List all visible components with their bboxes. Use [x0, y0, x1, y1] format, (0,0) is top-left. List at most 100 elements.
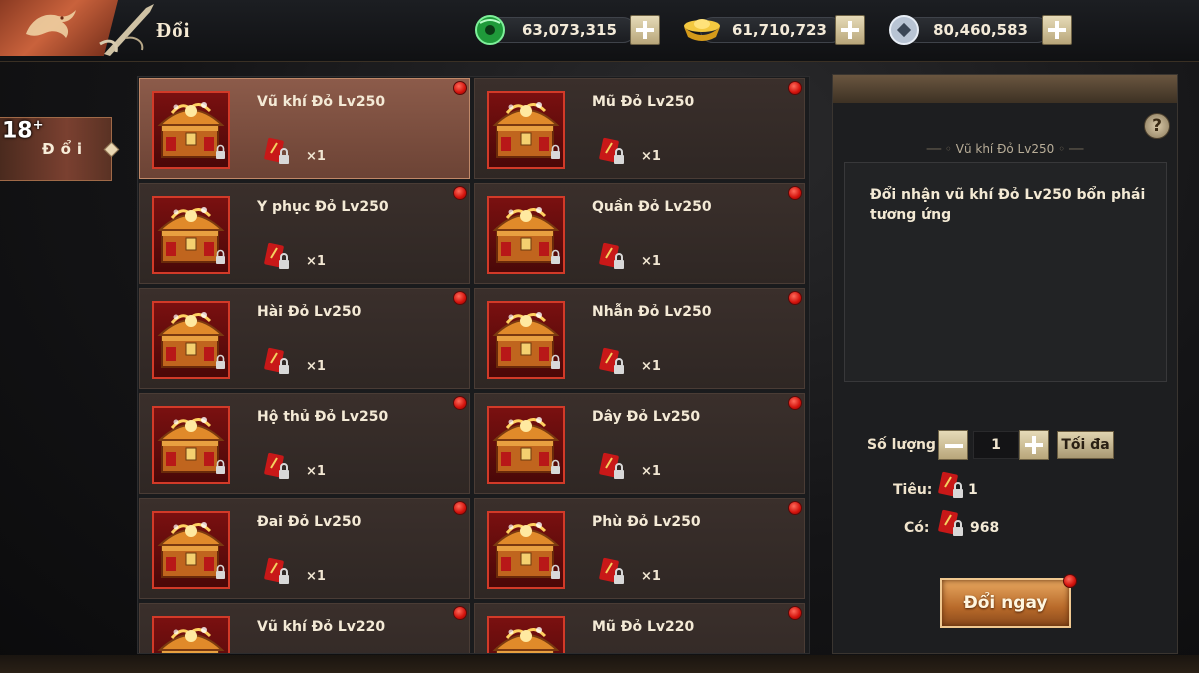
exchange-token-icon: [598, 347, 626, 381]
detail-panel: ? ── ◦ Vũ khí Đỏ Lv250 ◦ ── Đổi nhận vũ …: [832, 74, 1178, 654]
cost-label: Tiêu:: [893, 482, 933, 498]
treasure-chest-icon: [487, 196, 565, 274]
item-card[interactable]: Nhẫn Đỏ Lv250 ×1: [474, 288, 805, 389]
item-name: Vũ khí Đỏ Lv250: [257, 94, 386, 110]
item-card[interactable]: Hài Đỏ Lv250 ×1: [139, 288, 470, 389]
detail-header-decoration: [833, 75, 1177, 103]
item-name: Y phục Đỏ Lv250: [257, 199, 389, 215]
quantity-label: Số lượng :: [867, 437, 947, 453]
jade-icon: [475, 15, 505, 45]
gold-ingot-icon: [684, 19, 720, 41]
dragon-emblem-icon: [26, 10, 76, 38]
exchange-token-icon: [938, 471, 963, 498]
age-rating-badge: 18+: [2, 118, 46, 158]
increase-quantity-button[interactable]: [1019, 430, 1049, 460]
exchange-now-label: Đổi ngay: [963, 593, 1048, 613]
notification-dot: [453, 81, 467, 95]
notification-dot: [453, 606, 467, 620]
item-card[interactable]: Vũ khí Đỏ Lv220×1: [139, 603, 470, 653]
item-card[interactable]: Mũ Đỏ Lv250 ×1: [474, 78, 805, 179]
currency-jade: 63,073,315: [472, 15, 660, 45]
owned-amount: 968: [970, 520, 1000, 536]
item-cost-quantity: ×1: [641, 569, 661, 584]
item-description: Đổi nhận vũ khí Đỏ Lv250 bổn phái tương …: [870, 187, 1146, 223]
quantity-input[interactable]: [973, 431, 1019, 459]
add-gold-button[interactable]: [835, 15, 865, 45]
treasure-chest-icon: [152, 406, 230, 484]
item-cost-quantity: ×1: [641, 254, 661, 269]
item-cost-quantity: ×1: [306, 359, 326, 374]
exchange-token-icon: [598, 137, 626, 171]
add-silver-button[interactable]: [1042, 15, 1072, 45]
treasure-chest-icon: [152, 91, 230, 169]
item-name: Hộ thủ Đỏ Lv250: [257, 409, 389, 425]
top-bar: Đổi 63,073,315 61,710,723 80,460,583: [0, 0, 1199, 62]
notification-dot: [788, 81, 802, 95]
item-name: Đai Đỏ Lv250: [257, 514, 362, 530]
item-card[interactable]: Quần Đỏ Lv250 ×1: [474, 183, 805, 284]
exchange-token-icon: [263, 347, 291, 381]
item-cost-quantity: ×1: [306, 569, 326, 584]
tab-exchange-label: Đổi: [42, 140, 89, 158]
decrease-quantity-button[interactable]: [938, 430, 968, 460]
treasure-chest-icon: [487, 511, 565, 589]
item-card[interactable]: Phù Đỏ Lv250 ×1: [474, 498, 805, 599]
exchange-token-icon: [263, 242, 291, 276]
notification-dot: [788, 291, 802, 305]
currency-silver: 80,460,583: [886, 15, 1072, 45]
item-card[interactable]: Đai Đỏ Lv250 ×1: [139, 498, 470, 599]
item-card[interactable]: Y phục Đỏ Lv250 ×1: [139, 183, 470, 284]
item-name: Vũ khí Đỏ Lv220: [257, 619, 386, 635]
item-card[interactable]: Dây Đỏ Lv250 ×1: [474, 393, 805, 494]
exchange-token-icon: [263, 557, 291, 591]
add-jade-button[interactable]: [630, 15, 660, 45]
treasure-chest-icon: [487, 616, 565, 653]
item-card[interactable]: Mũ Đỏ Lv220×1: [474, 603, 805, 653]
cost-amount: 1: [968, 482, 978, 498]
item-name: Phù Đỏ Lv250: [592, 514, 701, 530]
notification-dot: [453, 396, 467, 410]
age-rating-plus: +: [32, 118, 44, 133]
currency-gold: 61,710,723: [682, 15, 866, 45]
exchange-token-icon: [598, 557, 626, 591]
treasure-chest-icon: [487, 406, 565, 484]
notification-dot: [453, 501, 467, 515]
item-card[interactable]: Vũ khí Đỏ Lv250 ×1: [139, 78, 470, 179]
item-name: Hài Đỏ Lv250: [257, 304, 362, 320]
detail-title-row: ── ◦ Vũ khí Đỏ Lv250 ◦ ──: [833, 142, 1177, 156]
item-name: Nhẫn Đỏ Lv250: [592, 304, 712, 320]
notification-dot: [453, 291, 467, 305]
item-name: Mũ Đỏ Lv220: [592, 619, 695, 635]
age-rating-number: 18: [2, 118, 33, 144]
gold-amount: 61,710,723: [732, 21, 827, 39]
silver-coin-icon: [889, 15, 919, 45]
detail-item-title: Vũ khí Đỏ Lv250: [955, 142, 1055, 156]
exchange-token-icon: [263, 137, 291, 171]
silver-amount: 80,460,583: [933, 21, 1028, 39]
notification-dot: [788, 501, 802, 515]
exchange-token-icon: [598, 452, 626, 486]
exchange-token-icon: [263, 452, 291, 486]
help-button[interactable]: ?: [1144, 113, 1170, 139]
item-cost-quantity: ×1: [306, 149, 326, 164]
item-card[interactable]: Hộ thủ Đỏ Lv250 ×1: [139, 393, 470, 494]
treasure-chest-icon: [487, 301, 565, 379]
notification-dot: [453, 186, 467, 200]
tab-selected-diamond-icon: [103, 141, 120, 158]
item-name: Dây Đỏ Lv250: [592, 409, 701, 425]
exchange-token-icon: [938, 509, 963, 536]
treasure-chest-icon: [152, 511, 230, 589]
bottom-border: [0, 655, 1199, 673]
exchange-token-icon: [598, 242, 626, 276]
max-quantity-button[interactable]: Tối đa: [1057, 431, 1114, 459]
jade-amount: 63,073,315: [522, 21, 617, 39]
item-cost-quantity: ×1: [641, 149, 661, 164]
treasure-chest-icon: [152, 196, 230, 274]
page-title: Đổi: [156, 18, 191, 42]
treasure-chest-icon: [152, 301, 230, 379]
title-left-ornament-icon: ── ◦: [926, 142, 956, 156]
exchange-now-button[interactable]: Đổi ngay: [940, 574, 1077, 628]
item-list[interactable]: Vũ khí Đỏ Lv250 ×1 Mũ Đỏ Lv250 ×1 Y phục Đỏ …: [137, 76, 810, 654]
description-box: Đổi nhận vũ khí Đỏ Lv250 bổn phái tương …: [844, 162, 1167, 382]
item-name: Quần Đỏ Lv250: [592, 199, 712, 215]
